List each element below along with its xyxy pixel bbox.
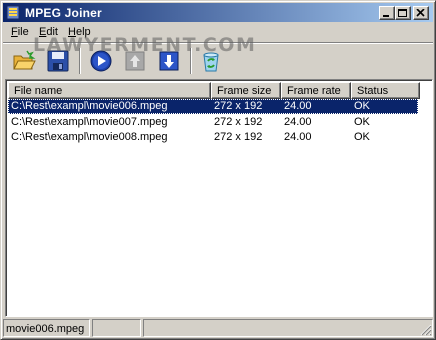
cell-frame-size: 272 x 192 [214, 131, 263, 143]
column-header-file-name[interactable]: File name [8, 82, 211, 99]
window-title: MPEG Joiner [25, 6, 102, 20]
table-row[interactable]: C:\Rest\exampl\movie007.mpeg 272 x 192 2… [8, 115, 418, 130]
maximize-button[interactable] [395, 6, 411, 20]
cell-frame-size: 272 x 192 [214, 100, 263, 112]
resize-grip-icon[interactable] [420, 324, 432, 336]
table-row[interactable]: C:\Rest\exampl\movie008.mpeg 272 x 192 2… [8, 130, 418, 145]
menu-file[interactable]: File [11, 26, 29, 38]
cell-frame-size: 272 x 192 [214, 116, 263, 128]
cell-status: OK [354, 131, 370, 143]
menu-file-mnemonic: F [11, 26, 18, 38]
column-header-frame-size[interactable]: Frame size [211, 82, 281, 99]
app-icon [6, 5, 20, 20]
column-header-status[interactable]: Status [351, 82, 420, 99]
file-list[interactable]: File name Frame size Frame rate Status C… [5, 79, 433, 317]
status-panel-file: movie006.mpeg [3, 319, 90, 337]
cell-file-name: C:\Rest\exampl\movie006.mpeg [11, 100, 168, 112]
status-bar: movie006.mpeg [3, 319, 433, 337]
column-header-frame-rate[interactable]: Frame rate [281, 82, 351, 99]
cell-frame-rate: 24.00 [284, 100, 312, 112]
close-button[interactable] [413, 6, 429, 20]
cell-file-name: C:\Rest\exampl\movie007.mpeg [11, 116, 168, 128]
status-panel-3 [143, 319, 433, 337]
close-icon [416, 9, 425, 17]
maximize-icon [398, 9, 407, 17]
table-row[interactable]: C:\Rest\exampl\movie006.mpeg 272 x 192 2… [8, 99, 418, 114]
title-bar[interactable]: MPEG Joiner [3, 3, 433, 22]
cell-status: OK [354, 116, 370, 128]
cell-frame-rate: 24.00 [284, 131, 312, 143]
list-header: File name Frame size Frame rate Status [8, 82, 430, 99]
minimize-button[interactable] [379, 6, 395, 20]
menu-file-label: ile [17, 26, 29, 38]
minimize-icon [383, 15, 389, 17]
cell-frame-rate: 24.00 [284, 116, 312, 128]
cell-file-name: C:\Rest\exampl\movie008.mpeg [11, 131, 168, 143]
main-window: MPEG Joiner File Edit Help LAWYERMENT.CO… [0, 0, 436, 340]
status-panel-2 [92, 319, 141, 337]
cell-status: OK [354, 100, 370, 112]
watermark-text: LAWYERMENT.COM [33, 34, 257, 56]
